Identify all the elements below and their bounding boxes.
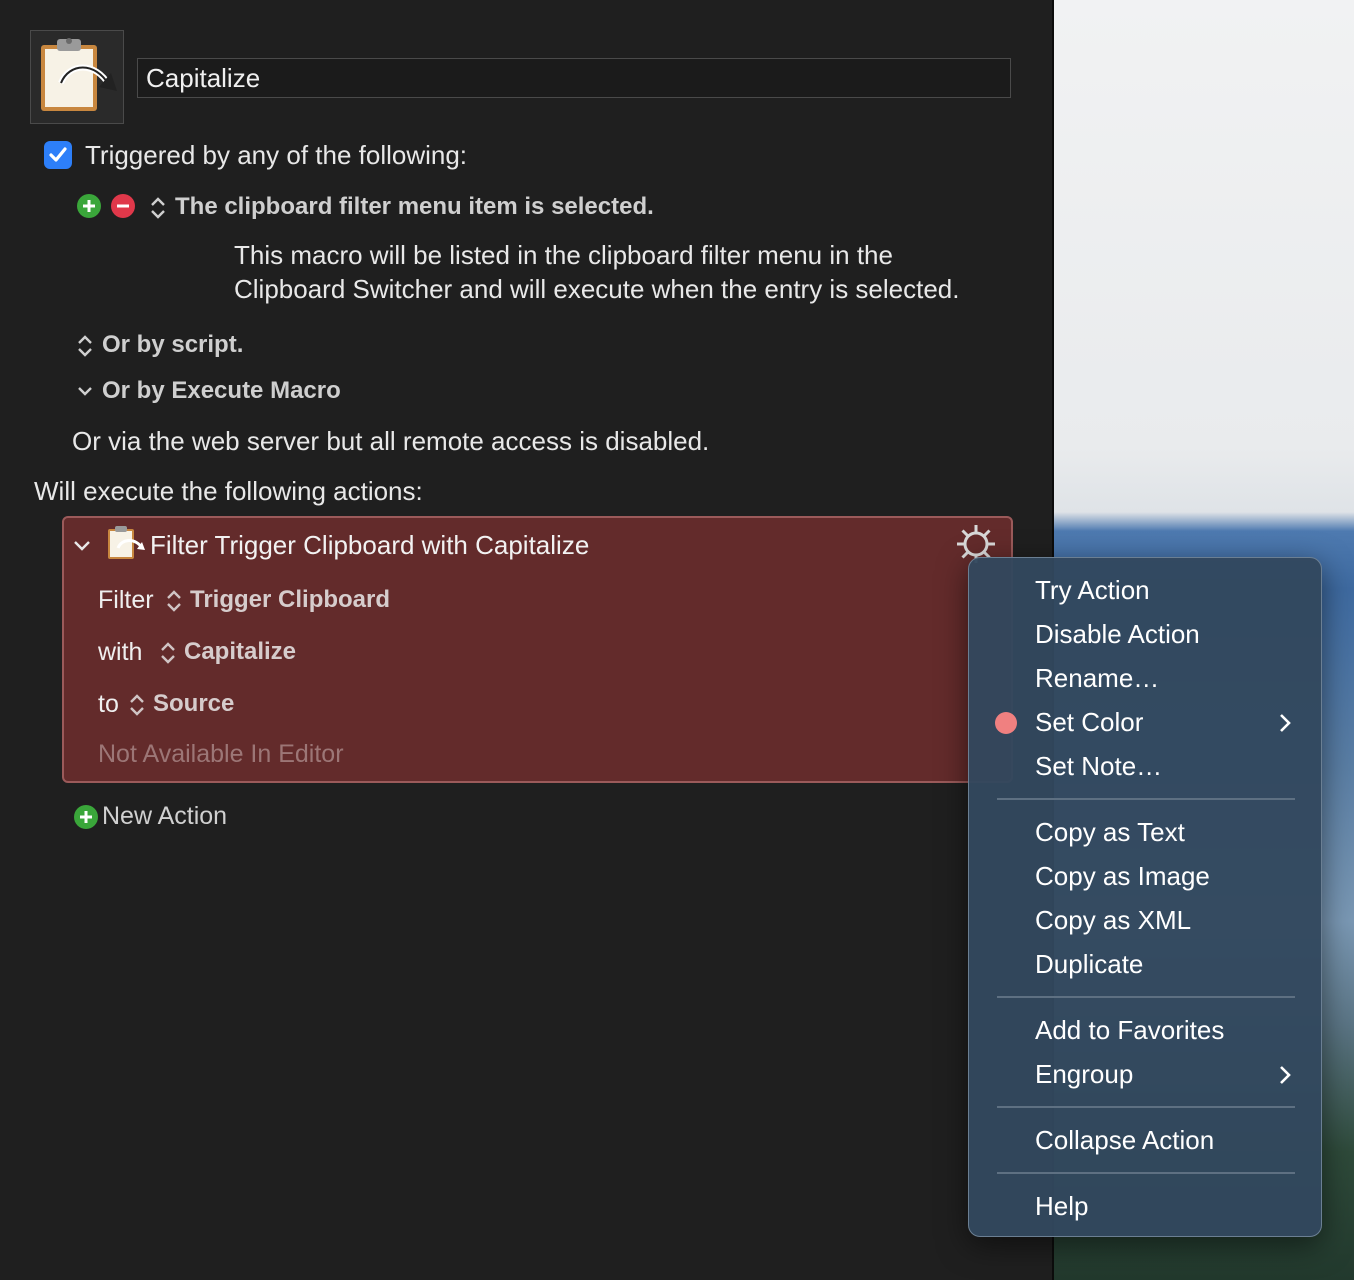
add-trigger-button[interactable] [77,194,101,218]
menu-item-disable-action[interactable]: Disable Action [1035,619,1200,650]
action-context-menu: Try Action Disable Action Rename… Set Co… [968,557,1322,1237]
filter-label: Filter [98,586,154,614]
trigger-type-updown-icon[interactable] [149,195,167,221]
set-color-dot-icon [995,712,1017,734]
menu-item-add-to-favorites[interactable]: Add to Favorites [1035,1015,1224,1046]
trigger-header: Triggered by any of the following: [85,140,468,170]
new-action-button[interactable] [74,805,98,829]
menu-item-engroup[interactable]: Engroup [1035,1059,1133,1090]
menu-item-copy-as-image[interactable]: Copy as Image [1035,861,1210,892]
actions-header: Will execute the following actions: [34,476,423,506]
filter-type-popup[interactable]: Capitalize [184,638,296,666]
destination-updown-icon[interactable] [128,692,146,718]
or-by-script[interactable]: Or by script. [102,331,243,359]
menu-item-copy-as-xml[interactable]: Copy as XML [1035,905,1191,936]
to-label: to [98,690,119,718]
menu-separator [997,798,1295,800]
not-available-note: Not Available In Editor [98,740,344,768]
minus-icon [117,204,129,208]
action-title[interactable]: Filter Trigger Clipboard with Capitalize [150,530,589,561]
macro-icon-well[interactable] [30,30,124,124]
clipboard-action-icon [108,526,145,559]
macro-editor: Capitalize Triggered by any of the follo… [0,0,1052,1280]
destination-popup[interactable]: Source [153,690,234,718]
clipboard-icon [41,38,117,111]
chevron-down-icon[interactable] [76,384,94,400]
collapse-chevron-icon[interactable] [72,538,92,554]
checkmark-icon [49,147,67,162]
macro-name-field[interactable]: Capitalize [137,58,1011,98]
trigger-title: The clipboard filter menu item is select… [175,193,654,220]
new-action-label[interactable]: New Action [102,802,227,831]
menu-item-set-color[interactable]: Set Color [1035,707,1143,738]
filter-source-popup[interactable]: Trigger Clipboard [190,586,390,614]
script-updown-icon[interactable] [76,333,94,359]
with-label: with [98,638,143,666]
menu-item-set-note[interactable]: Set Note… [1035,751,1162,782]
trigger-description-line1: This macro will be listed in the clipboa… [234,240,893,270]
menu-item-collapse-action[interactable]: Collapse Action [1035,1125,1214,1156]
filter-source-updown-icon[interactable] [165,588,183,614]
action-box[interactable]: Filter Trigger Clipboard with Capitalize… [62,516,1013,783]
plus-icon [80,811,92,823]
submenu-chevron-right-icon [1280,1066,1291,1084]
menu-separator [997,996,1295,998]
filter-type-updown-icon[interactable] [159,640,177,666]
trigger-description-line2: Clipboard Switcher and will execute when… [234,274,960,304]
or-by-execute-macro[interactable]: Or by Execute Macro [102,377,341,405]
plus-icon [83,200,95,212]
menu-item-rename[interactable]: Rename… [1035,663,1159,694]
menu-item-try-action[interactable]: Try Action [1035,575,1150,606]
menu-separator [997,1172,1295,1174]
menu-item-help[interactable]: Help [1035,1191,1088,1222]
menu-item-duplicate[interactable]: Duplicate [1035,949,1143,980]
submenu-chevron-right-icon [1280,714,1291,732]
menu-item-copy-as-text[interactable]: Copy as Text [1035,817,1185,848]
menu-separator [997,1106,1295,1108]
web-server-note: Or via the web server but all remote acc… [72,426,710,456]
trigger-enabled-checkbox[interactable] [44,141,72,169]
remove-trigger-button[interactable] [111,194,135,218]
